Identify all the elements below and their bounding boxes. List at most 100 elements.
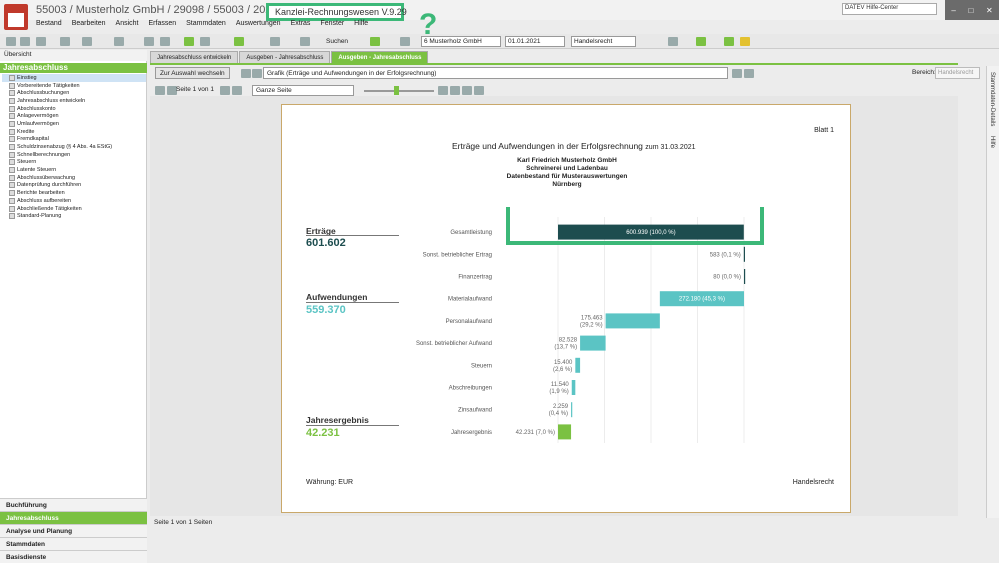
last-report-icon[interactable] <box>744 69 754 78</box>
tab-ausgeben-1[interactable]: Ausgeben - Jahresabschluss <box>239 51 331 63</box>
nav-analyse[interactable]: Analyse und Planung <box>0 524 147 537</box>
category-label: Materialaufwand <box>448 297 492 303</box>
grid-icon[interactable] <box>234 37 244 46</box>
menu-auswertungen[interactable]: Auswertungen <box>236 20 281 32</box>
report-title: Erträge und Aufwendungen in der Erfolgsr… <box>452 141 696 151</box>
help-center-search[interactable]: DATEV Hilfe-Center <box>842 3 937 15</box>
tree-item[interactable]: Abschlusskonto <box>2 105 146 113</box>
law-select[interactable]: Handelsrecht <box>571 36 636 47</box>
data-label: 2.259 <box>553 404 569 410</box>
close-icon[interactable]: ✕ <box>986 6 993 15</box>
tree-item[interactable]: Einstieg <box>2 74 146 82</box>
tree-item[interactable]: Berichte bearbeiten <box>2 189 146 197</box>
bar-8 <box>571 402 573 418</box>
help-icon[interactable] <box>724 37 734 46</box>
bereich-select[interactable]: Handelsrecht <box>935 67 980 79</box>
category-label: Zinsaufwand <box>458 408 492 414</box>
tree-item[interactable]: Abschlussüberwachung <box>2 174 146 182</box>
folder-icon[interactable] <box>696 37 706 46</box>
first-report-icon[interactable] <box>241 69 251 78</box>
next-report-icon[interactable] <box>732 69 742 78</box>
tree-item[interactable]: Jahresabschluss entwickeln <box>2 97 146 105</box>
nav-buchfuehrung[interactable]: Buchführung <box>0 498 147 511</box>
first-page-icon[interactable] <box>155 86 165 95</box>
menu-ansicht[interactable]: Ansicht <box>116 20 139 32</box>
calendar-icon[interactable] <box>270 37 280 46</box>
data-label: 600.939 (100,0 %) <box>626 230 675 236</box>
menu-stammdaten[interactable]: Stammdaten <box>186 20 226 32</box>
zoom-in-icon[interactable] <box>438 86 448 95</box>
doc-icon <box>9 144 15 151</box>
search-label[interactable]: Suchen <box>326 38 348 45</box>
tree-item[interactable]: Fremdkapital <box>2 136 146 144</box>
delete-icon[interactable] <box>668 37 678 46</box>
refresh-icon[interactable] <box>370 37 380 46</box>
cut-icon[interactable] <box>144 37 154 46</box>
tab-jahresabschluss-entwickeln[interactable]: Jahresabschluss entwickeln <box>150 51 239 63</box>
zoom-slider[interactable] <box>364 90 434 92</box>
menu-bestand[interactable]: Bestand <box>36 20 62 32</box>
nav-jahresabschluss[interactable]: Jahresabschluss <box>0 511 147 524</box>
doc-icon <box>9 90 15 97</box>
page-indicator: Seite 1 von 1 <box>176 86 214 93</box>
menu-erfassen[interactable]: Erfassen <box>149 20 177 32</box>
tool-icon[interactable] <box>114 37 124 46</box>
doc-icon <box>9 151 15 158</box>
document-icon[interactable] <box>400 37 410 46</box>
report-select[interactable]: Grafik (Erträge und Aufwendungen in der … <box>263 67 728 79</box>
folder-icon <box>9 113 15 120</box>
fit-page-icon[interactable] <box>450 86 460 95</box>
nav-stammdaten[interactable]: Stammdaten <box>0 537 147 550</box>
tree-item[interactable]: Umlaufvermögen <box>2 120 146 128</box>
hilfe-tab[interactable]: Hilfe <box>989 136 995 148</box>
copy-icon[interactable] <box>82 37 92 46</box>
next-page-icon[interactable] <box>220 86 230 95</box>
tree-item[interactable]: Standard-Planung <box>2 212 146 220</box>
data-label: 42.231 (7,0 %) <box>516 430 555 436</box>
print-icon[interactable] <box>36 37 46 46</box>
tree-item[interactable]: Abschlussbuchungen <box>2 89 146 97</box>
menu-hilfe[interactable]: Hilfe <box>354 20 368 32</box>
menu-bearbeiten[interactable]: Bearbeiten <box>72 20 106 32</box>
filter-icon[interactable] <box>184 37 194 46</box>
tree-item[interactable]: Datenprüfung durchführen <box>2 182 146 190</box>
last-page-icon[interactable] <box>232 86 242 95</box>
back-to-selection-button[interactable]: Zur Auswahl wechseln <box>155 67 230 79</box>
tab-ausgeben-2[interactable]: Ausgeben - Jahresabschluss <box>331 51 429 63</box>
zoom-slider-handle[interactable] <box>394 86 399 95</box>
lock-icon[interactable] <box>300 37 310 46</box>
tree-item[interactable]: Anlagevermögen <box>2 112 146 120</box>
tree-item[interactable]: Schnellberechnungen <box>2 151 146 159</box>
minimize-icon[interactable]: – <box>951 6 955 15</box>
menu-extras[interactable]: Extras <box>291 20 311 32</box>
tree-item[interactable]: Vorbereitende Tätigkeiten <box>2 82 146 90</box>
wrench-icon[interactable] <box>200 37 210 46</box>
back-icon[interactable] <box>60 37 70 46</box>
open-icon[interactable] <box>6 37 16 46</box>
bar-7 <box>571 380 576 395</box>
app-logo <box>4 4 28 30</box>
save-icon[interactable] <box>20 37 30 46</box>
tree-item[interactable]: Schuldzinsenabzug (§ 4 Abs. 4a EStG) <box>2 143 146 151</box>
zoom-select[interactable]: Ganze Seite <box>252 85 354 96</box>
maximize-icon[interactable]: □ <box>968 6 973 15</box>
paste-icon[interactable] <box>160 37 170 46</box>
tree-item[interactable]: Steuern <box>2 159 146 167</box>
prev-report-icon[interactable] <box>252 69 262 78</box>
date-select[interactable]: 01.01.2021 <box>505 36 565 47</box>
data-label: 175.463 <box>581 315 603 321</box>
stammdaten-details-tab[interactable]: Stammdaten-Details <box>989 72 995 126</box>
tree-item[interactable]: Latente Steuern <box>2 166 146 174</box>
bulb-icon[interactable] <box>740 37 750 46</box>
overview-header: Übersicht <box>0 50 147 61</box>
sheet-number: Blatt 1 <box>814 127 834 134</box>
tree-item[interactable]: Abschluss aufbereiten <box>2 197 146 205</box>
client-select[interactable]: 6 Musterholz GmbH <box>421 36 501 47</box>
doc-icon <box>9 105 15 112</box>
nav-basisdienste[interactable]: Basisdienste <box>0 550 147 563</box>
fit-width-icon[interactable] <box>462 86 472 95</box>
tree-item[interactable]: Kredite <box>2 128 146 136</box>
tree-item[interactable]: Abschließende Tätigkeiten <box>2 205 146 213</box>
print-preview-icon[interactable] <box>474 86 484 95</box>
menu-fenster[interactable]: Fenster <box>320 20 344 32</box>
